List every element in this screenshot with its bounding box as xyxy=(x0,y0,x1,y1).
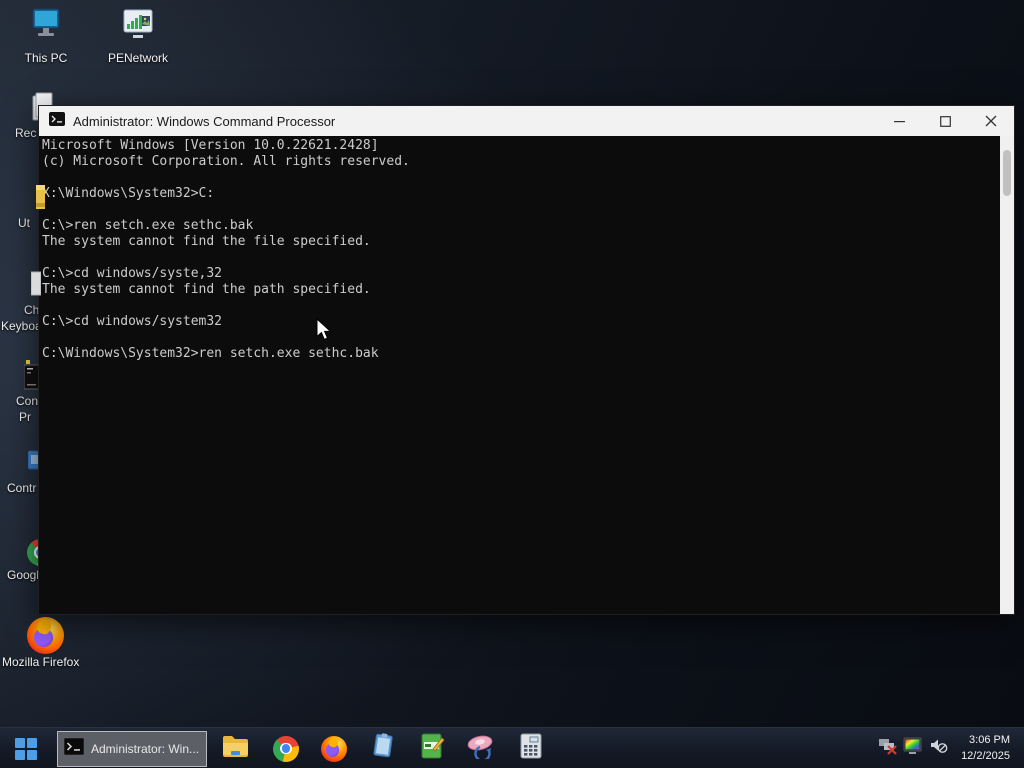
tray-clock[interactable]: 3:06 PM 12/2/2025 xyxy=(961,732,1010,764)
terminal-line: The system cannot find the file specifie… xyxy=(42,234,371,249)
terminal-line: C:\Windows\System32>ren setch.exe sethc.… xyxy=(42,346,379,361)
notepad-icon xyxy=(371,733,396,764)
volume-muted-icon xyxy=(929,737,949,760)
taskbar-partition-editor[interactable] xyxy=(417,728,447,768)
taskbar-file-explorer[interactable] xyxy=(220,728,250,768)
taskbar-calculator[interactable] xyxy=(516,728,546,768)
tray-network-disconnected[interactable] xyxy=(876,728,900,768)
desktop-icon-penetwork[interactable]: PENetwork xyxy=(100,6,176,65)
task-button-label: Administrator: Win... xyxy=(91,742,200,756)
display-settings-icon xyxy=(903,737,923,760)
command-prompt-label-line2[interactable]: Pr xyxy=(19,410,31,424)
this-pc-icon xyxy=(24,6,68,47)
cmd-window-titlebar[interactable]: Administrator: Windows Command Processor xyxy=(39,106,1014,136)
control-panel-label[interactable]: Contr xyxy=(7,481,36,495)
tray-display[interactable] xyxy=(901,728,925,768)
taskbar-notepad[interactable] xyxy=(368,728,398,768)
window-title: Administrator: Windows Command Processor xyxy=(73,113,336,129)
folder-icon xyxy=(222,735,249,763)
clock-time: 3:06 PM xyxy=(969,734,1010,746)
cmd-task-icon xyxy=(63,737,85,760)
tray-volume-muted[interactable] xyxy=(927,728,951,768)
firefox-icon xyxy=(321,735,347,762)
partition-editor-icon xyxy=(420,733,445,764)
desktop-icon-label: PENetwork xyxy=(107,51,169,65)
calculator-icon xyxy=(520,733,542,764)
close-button[interactable] xyxy=(968,106,1014,136)
terminal-line: C:\>ren setch.exe sethc.bak xyxy=(42,218,254,233)
terminal-line: C:\>cd windows/system32 xyxy=(42,314,223,329)
desktop-icon-label: This PC xyxy=(24,51,68,65)
cmd-window: Administrator: Windows Command Processor… xyxy=(38,105,1015,615)
recycle-bin-label[interactable]: Rec xyxy=(15,126,36,140)
keyboard-label-line2[interactable]: Keyboa xyxy=(1,319,42,333)
scrollbar-thumb[interactable] xyxy=(1003,150,1011,196)
windows-start-icon xyxy=(15,737,37,760)
desktop-icon-this-pc[interactable]: This PC xyxy=(8,6,84,65)
chrome-label[interactable]: Googl xyxy=(7,568,39,582)
maximize-button[interactable] xyxy=(922,106,968,136)
clock-date: 12/2/2025 xyxy=(961,750,1010,762)
terminal-line: Microsoft Windows [Version 10.0.22621.24… xyxy=(42,138,379,153)
taskbar-task-cmd[interactable]: Administrator: Win... xyxy=(57,731,207,767)
start-button[interactable] xyxy=(9,728,43,768)
cmd-titlebar-icon xyxy=(49,111,65,131)
terminal-line: C:\>cd windows/syste,32 xyxy=(42,266,223,281)
taskbar-disk-utility[interactable] xyxy=(464,728,498,768)
command-prompt-label-line1[interactable]: Con xyxy=(16,394,38,408)
taskbar-chrome[interactable] xyxy=(271,728,301,768)
terminal-output[interactable]: Microsoft Windows [Version 10.0.22621.24… xyxy=(39,136,1000,614)
terminal-line: X:\Windows\System32>C: xyxy=(42,186,215,201)
network-disconnected-icon xyxy=(878,737,898,760)
desktop: This PC PENetwork Rec Ut Ch Keyboa Con P… xyxy=(0,0,1024,768)
terminal-line: (c) Microsoft Corporation. All rights re… xyxy=(42,154,410,169)
firefox-desktop-icon[interactable] xyxy=(27,617,64,654)
taskbar-firefox[interactable] xyxy=(319,728,349,768)
disk-utility-icon xyxy=(466,733,496,764)
penetwork-icon xyxy=(116,6,160,47)
taskbar: Administrator: Win... 3:06 PM 12/2/2025 xyxy=(0,727,1024,768)
keyboard-tool-icon[interactable] xyxy=(30,271,42,301)
terminal-scrollbar[interactable] xyxy=(1000,136,1014,614)
firefox-label[interactable]: Mozilla Firefox xyxy=(2,655,79,669)
minimize-button[interactable] xyxy=(876,106,922,136)
utility-folder-icon[interactable] xyxy=(36,183,45,216)
chrome-icon xyxy=(273,735,299,762)
utility-label[interactable]: Ut xyxy=(18,216,30,230)
mouse-cursor xyxy=(316,317,332,347)
terminal-line: The system cannot find the path specifie… xyxy=(42,282,371,297)
